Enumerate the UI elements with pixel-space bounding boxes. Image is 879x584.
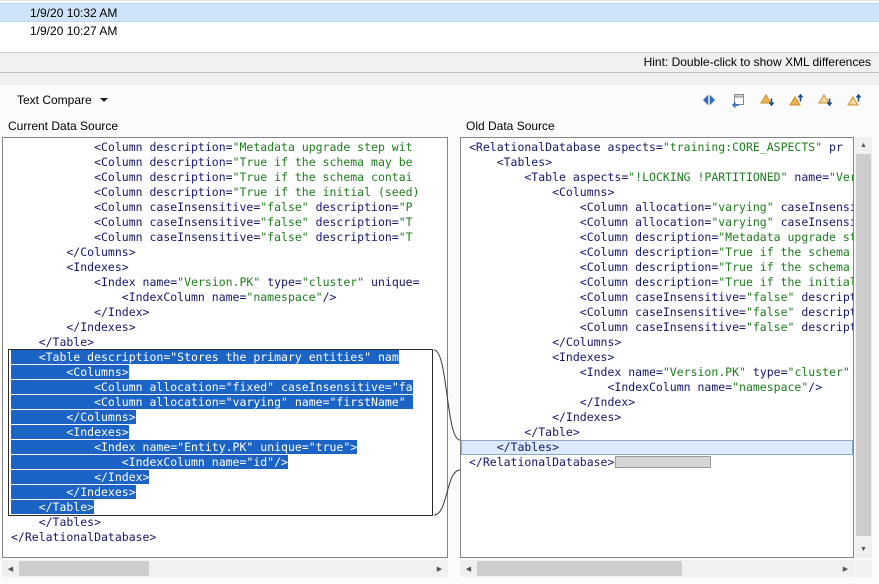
left-compare-pane[interactable]: <Column description="Metadata upgrade st… [2,137,448,558]
chevron-down-icon [100,98,108,102]
previous-difference-button[interactable] [785,89,807,111]
history-item[interactable]: 1/9/20 10:32 AM [0,3,879,22]
right-horizontal-scrollbar[interactable]: ◀ ▶ [460,560,854,577]
copy-all-changes-icon [730,92,746,108]
swap-left-right-button[interactable] [698,89,720,111]
code-line[interactable]: <Table description="Stores the primary e… [3,350,447,365]
code-line[interactable]: <Tables> [461,155,853,170]
pane-headers: Current Data Source Old Data Source [0,115,879,137]
left-horizontal-scrollbar[interactable]: ◀ ▶ [2,560,448,577]
code-line[interactable]: <Column allocation="varying" name="first… [3,395,447,410]
code-line[interactable]: </RelationalDatabase> [3,530,447,545]
code-line[interactable]: </Columns> [3,410,447,425]
compare-mode-label: Text Compare [17,93,92,107]
next-difference-button[interactable] [756,89,778,111]
hint-bar: Hint: Double-click to show XML differenc… [0,52,879,73]
code-line[interactable]: <Column description="True if the initial… [461,275,853,290]
scroll-right-button[interactable]: ▶ [837,560,854,577]
code-line[interactable]: <Column allocation="fixed" caseInsensiti… [3,380,447,395]
code-line[interactable]: <IndexColumn name="namespace"/> [3,290,447,305]
previous-change-button[interactable] [843,89,865,111]
code-line[interactable]: </Tables> [461,440,853,455]
code-line[interactable]: </Table> [461,425,853,440]
code-line[interactable]: <Column description="Metadata upgrade st… [3,140,447,155]
code-line[interactable]: <Table aspects="!LOCKING !PARTITIONED" n… [461,170,853,185]
code-line[interactable]: </Index> [461,395,853,410]
code-line[interactable]: <Column caseInsensitive="false" descript… [3,200,447,215]
next-change-button[interactable] [814,89,836,111]
previous-change-icon [846,92,862,108]
next-change-icon [817,92,833,108]
compare-toolbar: Text Compare [0,85,879,115]
left-horizontal-scrollbar-thumb[interactable] [19,561,149,576]
code-line[interactable]: <Indexes> [3,425,447,440]
compare-mode-selector[interactable]: Text Compare [6,88,119,112]
code-line[interactable]: </Indexes> [461,410,853,425]
previous-difference-icon [788,92,804,108]
copy-all-changes-button[interactable] [727,89,749,111]
code-line[interactable]: <Column caseInsensitive="false" descript… [461,320,853,335]
history-timestamp: 1/9/20 10:27 AM [30,24,117,38]
compare-panes: <Column description="Metadata upgrade st… [0,137,879,558]
code-line[interactable]: <Column description="True if the initial… [3,185,447,200]
code-line[interactable]: <Columns> [3,365,447,380]
left-pane-title: Current Data Source [0,119,458,133]
code-line[interactable]: <Columns> [461,185,853,200]
history-list: 1/9/20 10:32 AM 1/9/20 10:27 AM [0,0,879,52]
compare-panel: Text Compare [0,85,879,584]
scrollbar-corner [855,560,872,577]
code-line[interactable]: <IndexColumn name="namespace"/> [461,380,853,395]
code-line[interactable]: <Column caseInsensitive="false" descript… [3,215,447,230]
code-line[interactable]: </RelationalDatabase> [461,455,853,470]
code-line[interactable]: <Column description="True if the schema … [461,260,853,275]
code-line[interactable]: <Column allocation="varying" caseInsensi… [461,200,853,215]
code-line[interactable]: <Column caseInsensitive="false" descript… [3,230,447,245]
code-line[interactable]: </Columns> [461,335,853,350]
code-line[interactable]: <Column allocation="varying" caseInsensi… [461,215,853,230]
code-line[interactable]: <RelationalDatabase aspects="training:CO… [461,140,853,155]
history-item[interactable]: 1/9/20 10:27 AM [0,22,879,41]
code-line[interactable]: </Table> [3,335,447,350]
code-line[interactable]: <Column description="Metadata upgrade st… [461,230,853,245]
code-line[interactable]: </Indexes> [3,320,447,335]
scroll-right-button[interactable]: ▶ [431,560,448,577]
code-line[interactable]: <Indexes> [3,260,447,275]
code-line[interactable]: </Indexes> [3,485,447,500]
code-line[interactable]: <Column description="True if the schema … [3,170,447,185]
scroll-down-button[interactable]: ▼ [855,541,872,558]
right-compare-pane[interactable]: <RelationalDatabase aspects="training:CO… [460,137,854,558]
vertical-scrollbar-thumb[interactable] [856,154,871,536]
code-line[interactable]: </Table> [3,500,447,515]
code-line[interactable]: </Index> [3,305,447,320]
scroll-left-button[interactable]: ◀ [460,560,477,577]
code-line[interactable]: <Column caseInsensitive="false" descript… [461,290,853,305]
right-horizontal-scrollbar-thumb[interactable] [477,561,682,576]
vertical-scrollbar[interactable]: ▲ ▼ [855,137,872,558]
toolbar-icons [698,89,873,111]
code-line[interactable]: </Columns> [3,245,447,260]
code-line[interactable]: <Column description="True if the schema … [3,155,447,170]
history-timestamp: 1/9/20 10:32 AM [30,6,117,20]
code-line[interactable]: <IndexColumn name="id"/> [3,455,447,470]
code-line[interactable]: </Index> [3,470,447,485]
right-pane-title: Old Data Source [458,119,555,133]
code-line[interactable]: <Index name="Version.PK" type="cluster" … [461,365,853,380]
code-line[interactable]: </Tables> [3,515,447,530]
code-line[interactable]: <Column description="True if the schema … [461,245,853,260]
code-line[interactable]: <Indexes> [461,350,853,365]
swap-left-right-icon [701,92,717,108]
scroll-left-button[interactable]: ◀ [2,560,19,577]
code-line[interactable]: <Column caseInsensitive="false" descript… [461,305,853,320]
hint-text: Hint: Double-click to show XML differenc… [644,55,871,69]
bottom-scrollbar-row: ◀ ▶ ◀ ▶ [0,560,879,577]
scroll-up-button[interactable]: ▲ [855,137,872,154]
code-line[interactable]: <Index name="Version.PK" type="cluster" … [3,275,447,290]
next-difference-icon [759,92,775,108]
empty-change-placeholder [615,456,711,468]
code-line[interactable]: <Index name="Entity.PK" unique="true"> [3,440,447,455]
